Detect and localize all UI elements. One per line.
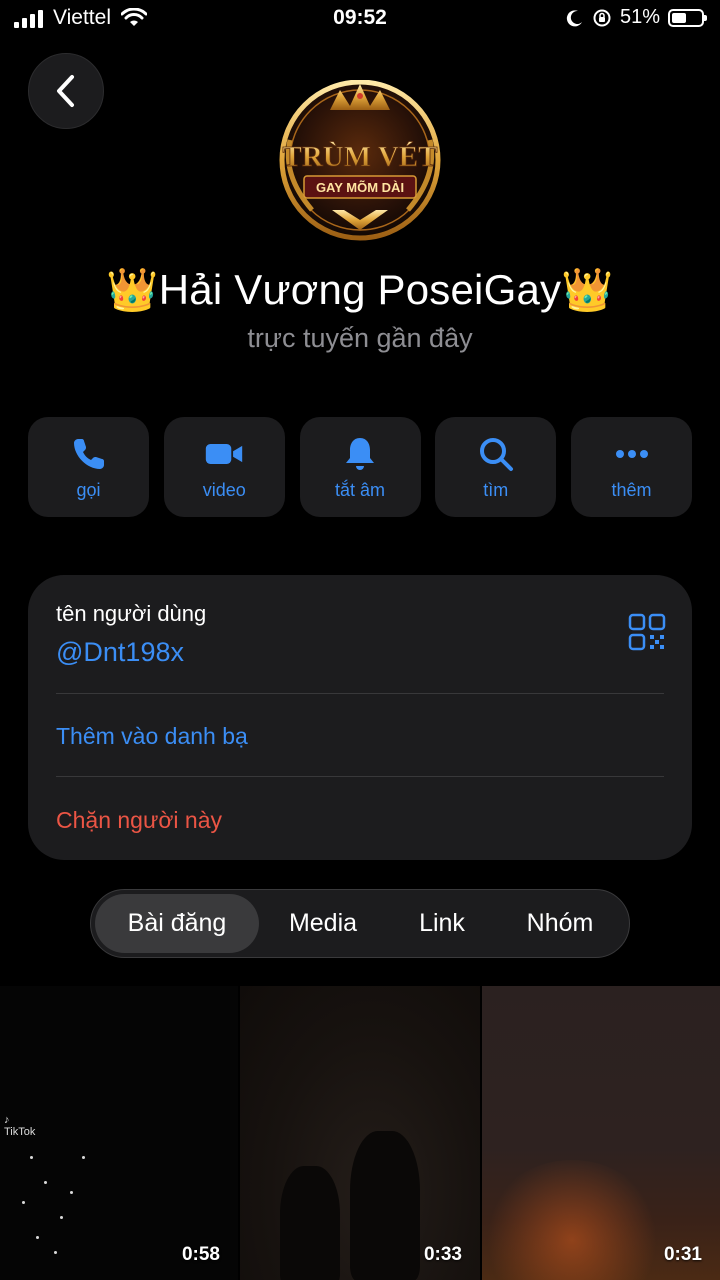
back-button[interactable] bbox=[28, 53, 104, 129]
video-camera-icon bbox=[206, 443, 243, 464]
video-thumbnail[interactable]: 0:33 bbox=[240, 986, 480, 1280]
search-icon bbox=[479, 437, 513, 471]
battery-percent: 51% bbox=[619, 6, 660, 28]
content-tabs: Bài đăng Media Link Nhóm bbox=[90, 889, 630, 958]
rotation-lock-icon bbox=[593, 9, 611, 26]
mute-button[interactable]: tắt âm bbox=[299, 417, 421, 517]
divider bbox=[56, 776, 664, 777]
video-thumbnail[interactable]: 0:31 bbox=[482, 986, 720, 1280]
info-card: tên người dùng @Dnt198x Thêm vào danh bạ… bbox=[28, 575, 692, 860]
tiktok-icon: ♪ bbox=[4, 1114, 10, 1126]
action-row: gọi video tắt âm tìm thêm bbox=[28, 417, 692, 517]
tab-media[interactable]: Media bbox=[259, 894, 387, 953]
search-label: tìm bbox=[483, 479, 509, 500]
username-label: tên người dùng bbox=[56, 601, 207, 626]
more-button[interactable]: thêm bbox=[571, 417, 692, 517]
media-grid: ♪ TikTok 0:58 0:33 0:31 bbox=[0, 986, 720, 1280]
bell-icon bbox=[346, 437, 374, 470]
call-label: gọi bbox=[76, 479, 101, 500]
tab-link[interactable]: Link bbox=[387, 894, 497, 953]
video-thumbnail[interactable]: ♪ TikTok 0:58 bbox=[0, 986, 238, 1280]
block-user-button[interactable]: Chặn người này bbox=[56, 807, 222, 834]
battery-icon bbox=[668, 8, 707, 27]
more-label: thêm bbox=[611, 479, 652, 500]
chevron-left-icon bbox=[57, 75, 74, 107]
video-duration: 0:31 bbox=[663, 1244, 702, 1265]
online-status: trực tuyến gần đây bbox=[247, 323, 473, 353]
divider bbox=[56, 693, 664, 694]
status-bar: Viettel 09:52 51% bbox=[0, 0, 720, 40]
video-duration: 0:33 bbox=[423, 1244, 462, 1265]
profile-name: 👑Hải Vương PoseiGay👑 bbox=[106, 266, 614, 313]
username-value[interactable]: @Dnt198x bbox=[56, 637, 184, 668]
more-dots-icon bbox=[615, 449, 648, 458]
video-label: video bbox=[202, 479, 246, 500]
tab-posts[interactable]: Bài đăng bbox=[95, 894, 259, 953]
tiktok-watermark: ♪ TikTok bbox=[4, 1114, 35, 1138]
avatar-title: TRÙM VÉT bbox=[283, 140, 438, 173]
add-contact-button[interactable]: Thêm vào danh bạ bbox=[56, 723, 248, 750]
search-button[interactable]: tìm bbox=[435, 417, 557, 517]
avatar-subtitle: GAY MÕM DÀI bbox=[316, 180, 404, 195]
moon-icon bbox=[566, 9, 582, 26]
mute-label: tắt âm bbox=[334, 479, 386, 500]
avatar[interactable]: TRÙM VÉT GAY MÕM DÀI bbox=[272, 80, 448, 246]
phone-icon bbox=[73, 438, 104, 469]
call-button[interactable]: gọi bbox=[28, 417, 149, 517]
video-duration: 0:58 bbox=[181, 1244, 220, 1265]
qr-code-icon[interactable] bbox=[628, 613, 666, 651]
tiktok-label: TikTok bbox=[4, 1126, 36, 1138]
video-button[interactable]: video bbox=[163, 417, 285, 517]
tab-groups[interactable]: Nhóm bbox=[497, 894, 623, 953]
